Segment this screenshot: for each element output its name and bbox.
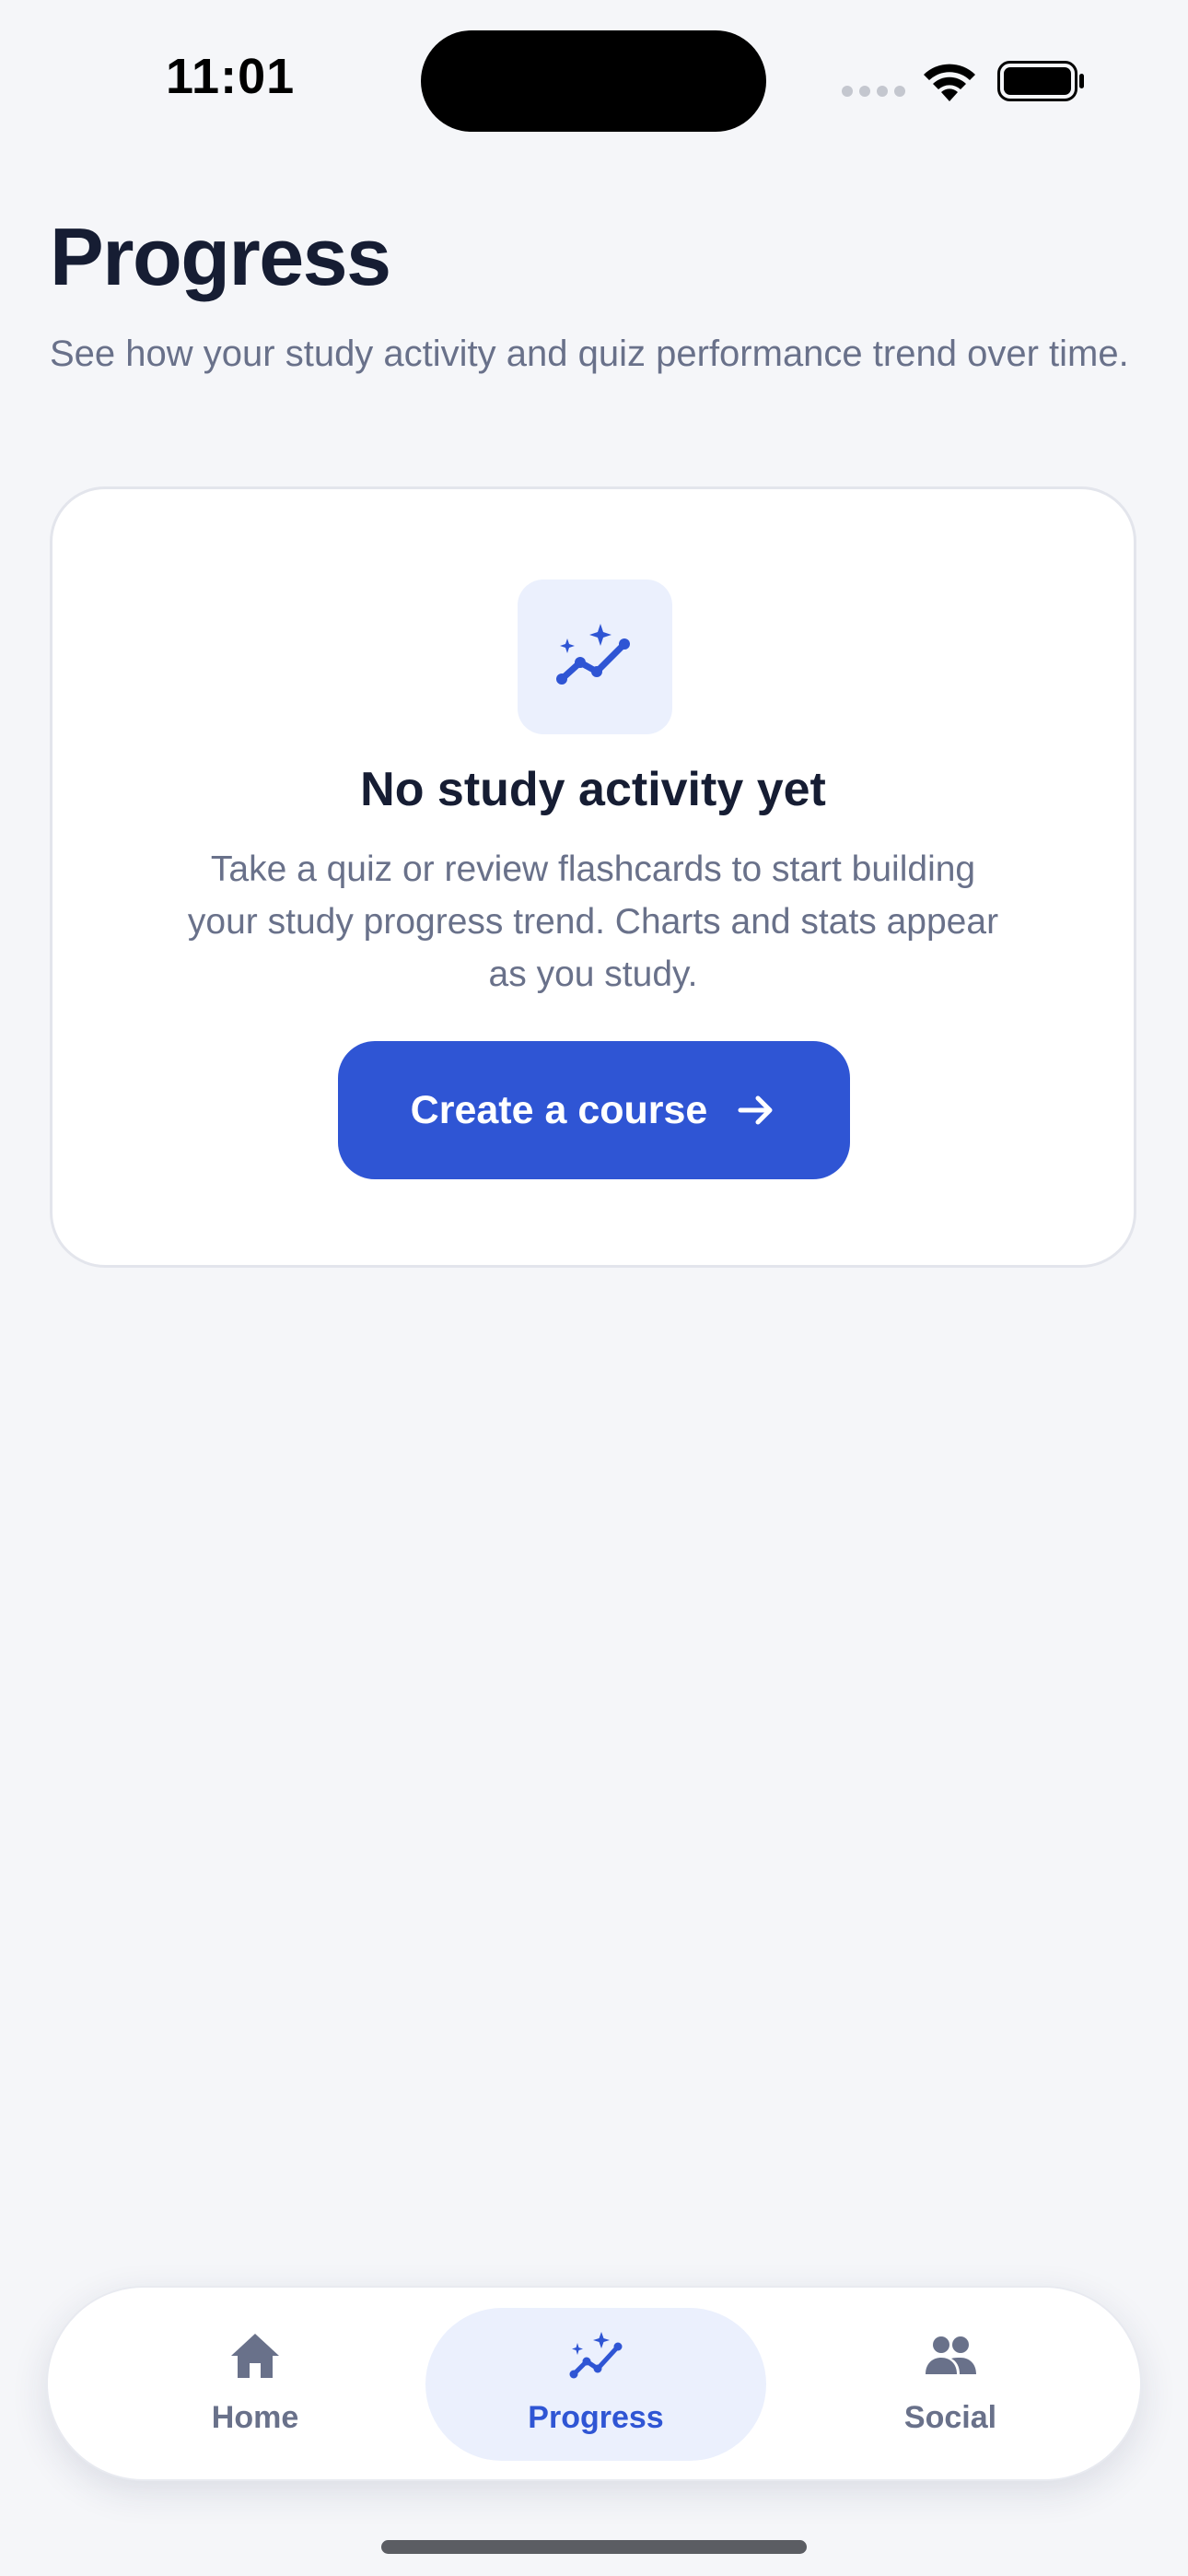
status-time: 11:01 bbox=[166, 49, 296, 104]
empty-state-title: No study activity yet bbox=[360, 763, 826, 816]
tab-social-label: Social bbox=[903, 2400, 997, 2435]
empty-state-card: No study activity yet Take a quiz or rev… bbox=[50, 486, 1136, 1268]
people-icon bbox=[926, 2336, 976, 2374]
trend-sparkle-icon bbox=[569, 2332, 623, 2379]
wifi-icon bbox=[924, 64, 975, 101]
battery-icon bbox=[997, 61, 1084, 101]
bottom-tab-bar: Home Progress Social bbox=[46, 2286, 1142, 2481]
tab-home[interactable]: Home bbox=[85, 2308, 425, 2461]
status-bar: 11:01 bbox=[0, 0, 1188, 147]
empty-state-icon-tile bbox=[518, 580, 672, 734]
arrow-right-icon bbox=[738, 1095, 773, 1125]
page-subtitle: See how your study activity and quiz per… bbox=[50, 334, 1129, 374]
dynamic-island bbox=[421, 30, 766, 132]
home-indicator[interactable] bbox=[381, 2540, 807, 2554]
home-icon bbox=[231, 2334, 279, 2378]
cellular-signal-icon bbox=[842, 86, 906, 97]
create-course-button[interactable]: Create a course bbox=[338, 1041, 850, 1179]
page-title: Progress bbox=[50, 211, 391, 302]
empty-state-description: Take a quiz or review flashcards to star… bbox=[187, 849, 999, 994]
tab-progress[interactable]: Progress bbox=[425, 2308, 766, 2461]
create-course-button-label: Create a course bbox=[410, 1087, 708, 1132]
tab-progress-label: Progress bbox=[528, 2400, 664, 2435]
trend-sparkle-icon bbox=[556, 624, 630, 685]
tab-social[interactable]: Social bbox=[780, 2308, 1121, 2461]
tab-home-label: Home bbox=[211, 2400, 299, 2435]
